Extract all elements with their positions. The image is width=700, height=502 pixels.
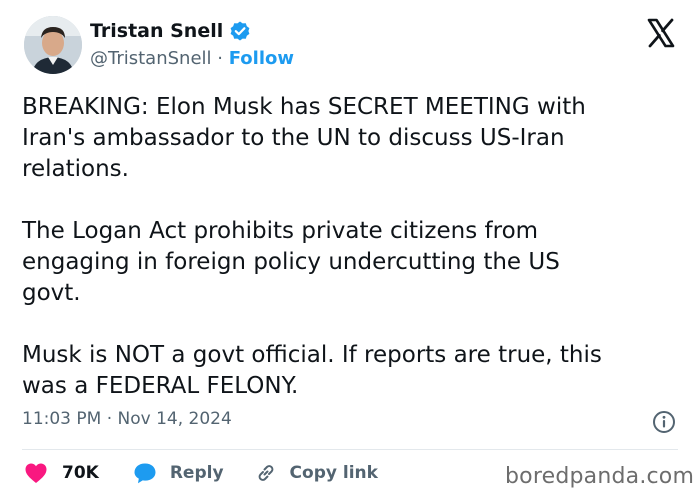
- watermark: boredpanda.com: [505, 464, 695, 489]
- reply-label: Reply: [169, 463, 224, 483]
- info-icon[interactable]: [652, 410, 676, 434]
- divider: [22, 449, 678, 450]
- copy-link-label: Copy link: [289, 463, 378, 483]
- author-handle-row: @TristanSnell · Follow: [90, 48, 294, 69]
- follow-button[interactable]: Follow: [229, 48, 294, 69]
- link-icon: [254, 461, 278, 485]
- tweet-text: BREAKING: Elon Musk has SECRET MEETING w…: [22, 94, 602, 399]
- heart-icon: [24, 462, 48, 484]
- verified-badge-icon: [229, 20, 251, 42]
- avatar[interactable]: [24, 16, 82, 74]
- reply-bubble-icon: [133, 462, 157, 484]
- author-name-row: Tristan Snell: [90, 20, 251, 42]
- separator-dot: ·: [217, 48, 229, 69]
- action-bar: 70K Reply Copy link: [24, 461, 378, 485]
- tweet-card: Tristan Snell @TristanSnell · Follow BRE…: [0, 0, 700, 502]
- x-logo-icon[interactable]: [645, 17, 677, 49]
- copy-link-button[interactable]: Copy link: [254, 461, 378, 485]
- author-handle[interactable]: @TristanSnell: [90, 48, 212, 69]
- reply-button[interactable]: Reply: [133, 462, 224, 484]
- like-button[interactable]: 70K: [24, 462, 99, 484]
- author-name[interactable]: Tristan Snell: [90, 20, 223, 42]
- like-count: 70K: [62, 463, 99, 483]
- tweet-timestamp[interactable]: 11:03 PM · Nov 14, 2024: [22, 409, 232, 429]
